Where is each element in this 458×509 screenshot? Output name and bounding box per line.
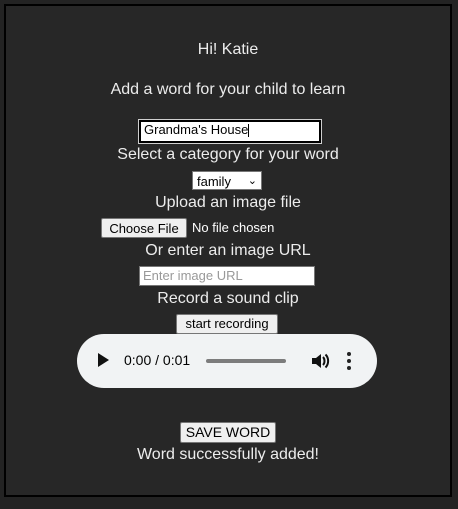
audio-time: 0:00 / 0:01: [124, 352, 191, 368]
image-url-input[interactable]: Enter image URL: [139, 266, 315, 286]
audio-progress-slider[interactable]: [206, 359, 286, 363]
upload-label: Upload an image file: [155, 194, 301, 211]
category-select[interactable]: family ⌄: [192, 171, 262, 190]
volume-icon[interactable]: [310, 351, 330, 371]
success-message: Word successfully added!: [136, 446, 319, 463]
category-selected-value: family: [197, 174, 231, 189]
greeting-text: Hi! Katie: [197, 41, 259, 58]
choose-file-button[interactable]: Choose File: [101, 218, 187, 238]
image-url-label: Or enter an image URL: [145, 242, 311, 259]
start-recording-button[interactable]: start recording: [176, 314, 278, 334]
more-options-icon[interactable]: [347, 352, 351, 370]
text-cursor: [248, 124, 250, 138]
file-status: No file chosen: [192, 220, 275, 235]
play-icon[interactable]: [98, 353, 109, 367]
record-label: Record a sound clip: [157, 290, 299, 307]
instruction-text: Add a word for your child to learn: [110, 81, 346, 98]
chevron-down-icon: ⌄: [247, 175, 257, 187]
save-word-button[interactable]: SAVE WORD: [180, 422, 276, 443]
word-input[interactable]: Grandma's House: [138, 119, 322, 144]
category-label: Select a category for your word: [117, 146, 339, 163]
app-container: Hi! Katie Add a word for your child to l…: [4, 4, 452, 497]
word-input-value: Grandma's House: [144, 122, 249, 137]
audio-player: 0:00 / 0:01: [77, 334, 377, 388]
